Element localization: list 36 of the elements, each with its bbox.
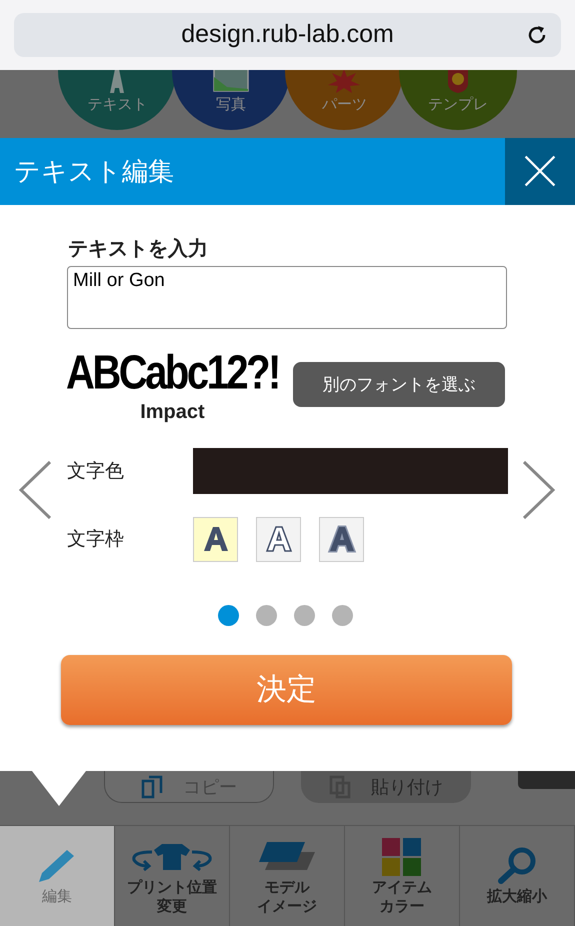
text-color-label: 文字色 — [67, 458, 125, 484]
confirm-button[interactable]: 決定 — [61, 654, 512, 725]
category-button[interactable]: テキスト — [58, 70, 176, 130]
search-icon — [497, 846, 537, 886]
url-text: design.rub-lab.com — [181, 20, 394, 50]
font-sample: ABCabc12?! — [66, 348, 279, 397]
address-bar[interactable]: design.rub-lab.com — [14, 12, 561, 57]
border-style-button[interactable] — [256, 516, 301, 562]
close-button[interactable] — [505, 138, 575, 205]
text-border-label: 文字枠 — [67, 527, 125, 552]
page-dot[interactable] — [332, 604, 352, 626]
card-icon — [257, 842, 317, 872]
photo-icon — [212, 70, 249, 93]
category-button[interactable]: パーツ — [285, 70, 404, 130]
letter-a-icon — [326, 524, 356, 554]
color-grid-icon — [382, 838, 422, 876]
page-dot[interactable] — [218, 604, 238, 626]
chevron-right-icon[interactable] — [522, 460, 556, 520]
copy-icon — [141, 774, 163, 799]
chevron-left-icon[interactable] — [18, 460, 52, 520]
category-button[interactable]: テンプレ — [398, 70, 517, 130]
nav-tab[interactable]: 編集 — [0, 826, 115, 926]
text-input[interactable]: Mill or Gon — [67, 266, 507, 329]
page-dot[interactable] — [294, 604, 314, 626]
category-button[interactable]: 写真 — [172, 70, 290, 130]
page-dot[interactable] — [256, 604, 276, 626]
border-style-button[interactable] — [319, 516, 364, 562]
letter-a-icon — [264, 524, 294, 554]
dialog-title: テキスト編集 — [14, 156, 174, 189]
field-label: テキストを入力 — [68, 234, 209, 262]
border-style-button[interactable] — [193, 516, 238, 562]
burst-icon — [326, 70, 362, 93]
shirt-icon — [130, 842, 214, 872]
font-name: Impact — [140, 400, 205, 424]
color-swatch[interactable] — [193, 448, 508, 494]
choose-font-button[interactable]: 別のフォントを選ぶ — [292, 362, 505, 407]
